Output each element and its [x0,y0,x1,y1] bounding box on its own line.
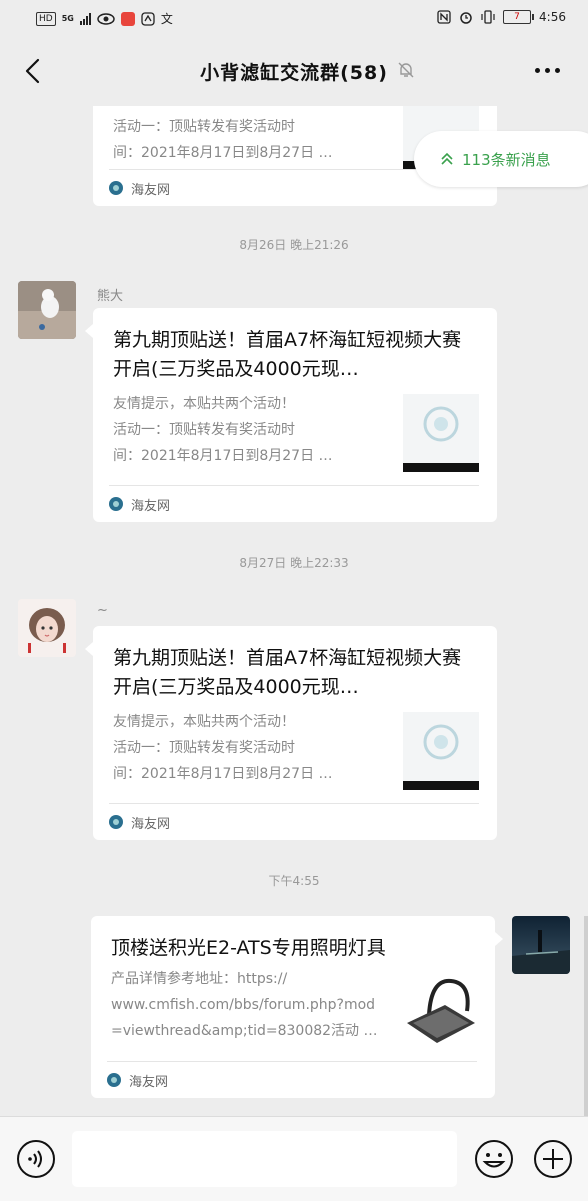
card-desc-line: 友情提示，本贴共两个活动！ [113,396,295,412]
eye-icon [97,12,115,25]
card-desc-line: 友情提示，本贴共两个活动！ [113,714,295,730]
card-desc-line: =viewthread&amp;tid=830082活动 … [111,1023,378,1039]
source-logo-icon [109,815,123,829]
avatar[interactable] [512,916,570,974]
avatar[interactable] [18,281,76,339]
thumbnail-logo-icon [423,724,459,760]
card-desc-line: 间：2021年8月17日到8月27日 … [113,448,333,464]
card-desc-line: 活动一：顶贴转发有奖活动时 [113,740,295,756]
status-bar: HD 5G 文 7 4:56 [0,0,588,36]
scrollbar[interactable] [584,916,588,1116]
card-desc-line: 活动一：顶贴转发有奖活动时 [113,119,295,135]
source-logo-icon [109,181,123,195]
card-thumbnail [401,971,477,1049]
card-source: 海友网 [107,1061,477,1098]
card-desc-line: 活动一：顶贴转发有奖活动时 [113,422,295,438]
input-method-icon: 文 [160,12,173,26]
card-description: 活动一：顶贴转发有奖活动时 间：2021年8月17日到8月27日 … [113,114,381,166]
source-name: 海友网 [129,1074,169,1090]
card-thumbnail [403,394,479,472]
card-thumbnail [403,712,479,790]
card-desc-line: 产品详情参考地址：https:// [111,971,288,987]
card-desc-line: 间：2021年8月17日到8月27日 … [113,766,333,782]
link-card[interactable]: 第九期顶贴送！首届A7杯海缸短视频大赛开启(三万奖品及4000元现… 友情提示，… [93,308,497,522]
nfc-icon [437,10,451,24]
plus-icon[interactable] [533,1139,573,1179]
bubble-tail [85,642,93,656]
source-name: 海友网 [131,816,171,832]
sender-name: ~ [97,603,108,618]
timestamp: 8月27日 晚上22:33 [239,556,349,570]
lamp-product-icon [407,978,475,1043]
message-input[interactable] [72,1131,457,1187]
bubble-tail [495,932,503,946]
hd-badge: HD [36,11,56,26]
timestamp: 8月26日 晚上21:26 [239,238,349,252]
signal-icon [79,12,91,25]
app-notification-icon [141,11,155,26]
voice-icon[interactable] [16,1139,56,1179]
card-description: 产品详情参考地址：https:// www.cmfish.com/bbs/for… [111,966,381,1044]
more-dots-icon[interactable] [535,68,560,73]
new-messages-button[interactable]: 113条新消息 [414,131,588,187]
source-name: 海友网 [131,498,171,514]
card-desc-line: 间：2021年8月17日到8月27日 … [113,145,333,161]
source-name: 海友网 [131,182,171,198]
avatar-image [18,281,76,339]
bell-off-icon [398,62,414,78]
double-chevron-up-icon [441,152,453,165]
bubble-tail [85,324,93,338]
input-bar [0,1116,588,1201]
link-card[interactable]: 顶楼送积光E2-ATS专用照明灯具 产品详情参考地址：https:// www.… [91,916,495,1098]
network-badge: 5G [61,14,74,23]
chat-header: 小背滤缸交流群(58) [0,36,588,106]
source-logo-icon [107,1073,121,1087]
app-notification-icon [120,11,135,26]
avatar-image [18,599,76,657]
alarm-icon [460,12,472,24]
status-left: HD 5G 文 [36,10,173,27]
card-title: 顶楼送积光E2-ATS专用照明灯具 [111,937,386,959]
chat-area[interactable]: 活动一：顶贴转发有奖活动时 间：2021年8月17日到8月27日 … 海友网 8… [0,106,588,1116]
battery-icon: 7 [503,10,535,24]
vibrate-icon [481,10,495,24]
card-description: 友情提示，本贴共两个活动！ 活动一：顶贴转发有奖活动时 间：2021年8月17日… [113,391,381,469]
card-description: 友情提示，本贴共两个活动！ 活动一：顶贴转发有奖活动时 间：2021年8月17日… [113,709,381,787]
card-title: 第九期顶贴送！首届A7杯海缸短视频大赛开启(三万奖品及4000元现… [113,647,462,698]
source-logo-icon [109,497,123,511]
status-right: 7 4:56 [437,10,566,24]
card-source: 海友网 [109,803,479,840]
thumbnail-logo-icon [423,406,459,442]
sender-name: 熊大 [97,289,124,304]
group-title: 小背滤缸交流群(58) [200,62,388,84]
clock: 4:56 [539,10,566,24]
card-desc-line: www.cmfish.com/bbs/forum.php?mod [111,997,376,1013]
link-card[interactable]: 第九期顶贴送！首届A7杯海缸短视频大赛开启(三万奖品及4000元现… 友情提示，… [93,626,497,840]
avatar[interactable] [18,599,76,657]
avatar-image [512,916,570,974]
emoji-icon[interactable] [474,1139,514,1179]
new-messages-label: 113条新消息 [462,150,551,169]
card-source: 海友网 [109,485,479,522]
timestamp: 下午4:55 [268,874,320,888]
card-title: 第九期顶贴送！首届A7杯海缸短视频大赛开启(三万奖品及4000元现… [113,329,462,380]
